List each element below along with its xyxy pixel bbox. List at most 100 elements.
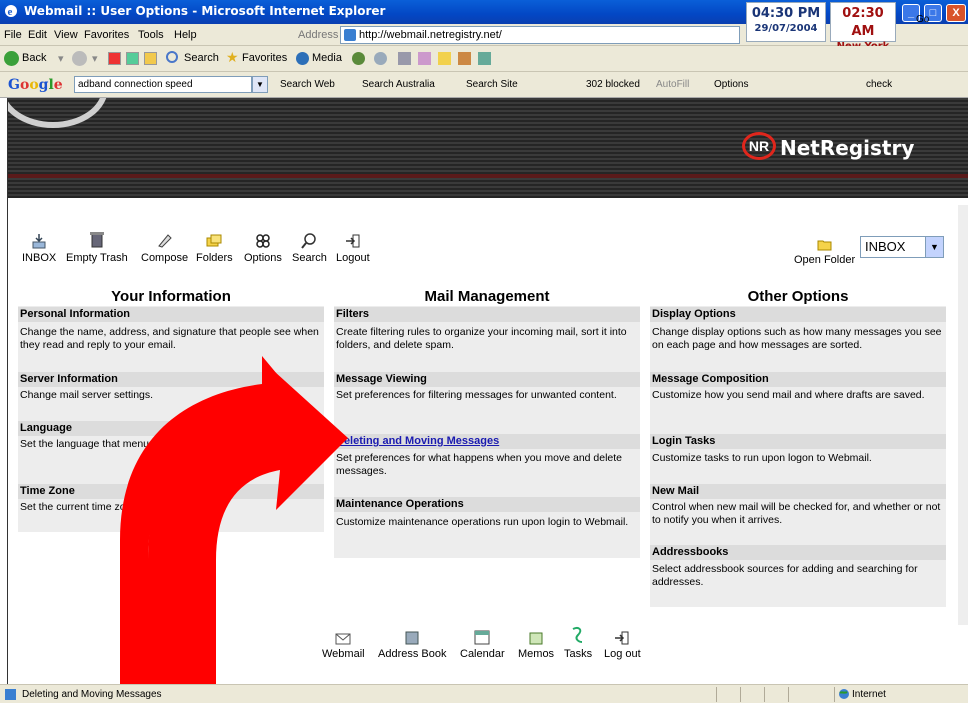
search-button[interactable]: Search	[184, 52, 219, 64]
footer-webmail[interactable]: Webmail	[322, 632, 365, 660]
menu-file[interactable]: File	[4, 29, 22, 41]
menu-help[interactable]: Help	[174, 29, 197, 41]
messenger-icon[interactable]	[478, 52, 491, 65]
toolbar-empty-trash-label: Empty Trash	[66, 252, 128, 264]
google-logo[interactable]: Google	[8, 77, 63, 93]
back-arrow-icon[interactable]	[4, 51, 19, 66]
section-addressbooks[interactable]: Addressbooks	[650, 545, 946, 560]
status-divider	[788, 687, 789, 702]
status-divider	[716, 687, 717, 702]
section-time-zone[interactable]: Time Zone	[18, 484, 324, 499]
google-options-button[interactable]: Options	[714, 79, 748, 90]
forward-arrow-icon[interactable]	[72, 51, 87, 66]
your-information-panel: Personal Information Change the name, ad…	[18, 306, 324, 532]
folder-select[interactable]: INBOX ▼	[860, 236, 944, 258]
autofill-button[interactable]: AutoFill	[656, 79, 689, 90]
section-message-composition[interactable]: Message Composition	[650, 372, 946, 387]
link-deleting-and-moving-messages[interactable]: Deleting and Moving Messages	[334, 434, 640, 449]
refresh-icon[interactable]	[126, 52, 139, 65]
media-icon[interactable]	[296, 52, 309, 65]
column-title-other-options: Other Options	[747, 288, 849, 305]
toolbar-inbox-label: INBOX	[22, 252, 57, 264]
toolbar-options-label: Options	[244, 252, 282, 264]
menu-favorites[interactable]: Favorites	[84, 29, 129, 41]
section-display-options-desc: Change display options such as how many …	[652, 326, 942, 351]
security-zone: Internet	[852, 689, 886, 700]
back-button[interactable]: Back	[22, 52, 46, 64]
research-icon[interactable]	[458, 52, 471, 65]
mail-icon[interactable]	[374, 52, 387, 65]
spell-check-button[interactable]: check	[866, 79, 892, 90]
local-clock: 04:30 PM 29/07/2004	[746, 2, 826, 42]
section-display-options[interactable]: Display Options	[650, 307, 946, 322]
chevron-down-icon[interactable]: ▼	[925, 237, 943, 257]
ie-logo-icon: e	[5, 5, 17, 18]
column-title-your-information: Your Information	[111, 288, 231, 305]
section-login-tasks[interactable]: Login Tasks	[650, 434, 946, 449]
history-icon[interactable]	[352, 52, 365, 65]
media-button[interactable]: Media	[312, 52, 342, 64]
edit-icon[interactable]	[418, 52, 431, 65]
folders-icon	[206, 234, 222, 247]
toolbar-search-label: Search	[292, 252, 327, 264]
section-server-information[interactable]: Server Information	[18, 372, 324, 387]
footer-tasks[interactable]: Tasks	[564, 626, 592, 660]
menu-view[interactable]: View	[54, 29, 78, 41]
discuss-icon[interactable]	[438, 52, 451, 65]
print-icon[interactable]	[398, 52, 411, 65]
forward-dropdown-icon[interactable]: ▾	[92, 52, 98, 65]
page-scrollbar[interactable]	[958, 205, 968, 625]
toolbar-search[interactable]: Search	[292, 232, 327, 264]
ny-clock: 02:30 AM New York	[830, 2, 896, 52]
toolbar-compose[interactable]: Compose	[141, 232, 188, 264]
toolbar-empty-trash[interactable]: Empty Trash	[66, 228, 128, 264]
section-message-viewing[interactable]: Message Viewing	[334, 372, 640, 387]
search-icon[interactable]	[166, 51, 178, 63]
section-filters-desc: Create filtering rules to organize your …	[336, 326, 627, 351]
section-message-composition-desc: Customize how you send mail and where dr…	[652, 389, 925, 401]
address-book-icon	[405, 631, 419, 645]
footer-log-out[interactable]: Log out	[604, 630, 641, 660]
search-web-button[interactable]: Search Web	[280, 79, 335, 90]
section-maintenance-operations[interactable]: Maintenance Operations	[334, 497, 640, 512]
popup-blocked-count[interactable]: 302 blocked	[586, 79, 640, 90]
toolbar-options[interactable]: Options	[244, 232, 282, 264]
section-personal-information[interactable]: Personal Information	[18, 307, 324, 322]
search-site-button[interactable]: Search Site	[466, 79, 518, 90]
search-australia-button[interactable]: Search Australia	[362, 79, 435, 90]
close-button[interactable]: X	[946, 4, 966, 22]
footer-tasks-label: Tasks	[564, 648, 593, 660]
section-deleting-and-moving-messages-desc: Set preferences for what happens when yo…	[336, 452, 623, 477]
calendar-icon	[474, 630, 490, 645]
column-title-mail-management: Mail Management	[424, 288, 550, 305]
toolbar-folders[interactable]: Folders	[196, 232, 233, 264]
section-language[interactable]: Language	[18, 421, 324, 436]
favorites-button[interactable]: Favorites	[242, 52, 287, 64]
toolbar-logout[interactable]: Logout	[336, 232, 370, 264]
toolbar-folders-label: Folders	[196, 252, 233, 264]
favorites-star-icon[interactable]: ★	[226, 49, 239, 66]
section-language-desc: Set the language that menus, buttons, an…	[20, 438, 301, 450]
back-dropdown-icon[interactable]: ▾	[58, 52, 64, 65]
google-search-input[interactable]: adband connection speed	[74, 76, 252, 93]
section-filters[interactable]: Filters	[334, 307, 640, 322]
footer-memos[interactable]: Memos	[518, 630, 554, 660]
toolbar-inbox[interactable]: INBOX	[22, 232, 56, 264]
section-login-tasks-desc: Customize tasks to run upon logon to Web…	[652, 452, 872, 464]
footer-address-book[interactable]: Address Book	[378, 630, 446, 660]
open-folder-button[interactable]: Open Folder	[794, 238, 855, 266]
menu-tools[interactable]: Tools	[138, 29, 164, 41]
home-icon[interactable]	[144, 52, 157, 65]
go-button[interactable]: Go	[916, 14, 929, 25]
address-url: http://webmail.netregistry.net/	[359, 29, 502, 41]
menu-edit[interactable]: Edit	[28, 29, 47, 41]
section-new-mail[interactable]: New Mail	[650, 484, 946, 499]
stop-icon[interactable]	[108, 52, 121, 65]
magnifier-icon	[301, 233, 317, 249]
netregistry-logo-icon: NR	[742, 132, 776, 160]
address-field[interactable]: http://webmail.netregistry.net/	[340, 26, 740, 44]
footer-calendar[interactable]: Calendar	[460, 628, 505, 660]
google-search-dropdown[interactable]: ▼	[252, 76, 268, 93]
window-title: Webmail :: User Options - Microsoft Inte…	[24, 4, 386, 18]
log-out-icon	[615, 631, 629, 645]
